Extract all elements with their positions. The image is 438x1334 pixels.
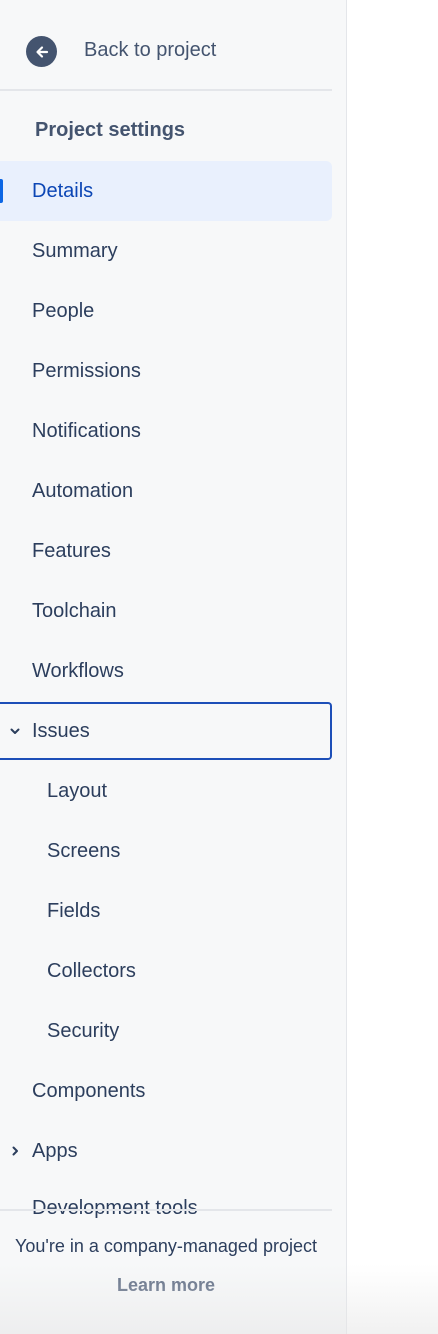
- nav-item-development-tools[interactable]: Development tools: [0, 1181, 332, 1221]
- arrow-left-icon: [26, 36, 57, 67]
- settings-nav: Details Summary People Permissions Notif…: [0, 161, 332, 1221]
- nav-item-components[interactable]: Components: [0, 1061, 332, 1121]
- nav-item-label: Fields: [47, 899, 101, 922]
- nav-item-label: Toolchain: [32, 599, 117, 622]
- nav-item-summary[interactable]: Summary: [0, 221, 332, 281]
- back-to-project-label: Back to project: [84, 39, 217, 61]
- nav-item-issues[interactable]: Issues: [0, 702, 332, 760]
- divider: [0, 1209, 332, 1211]
- nav-item-label: Issues: [32, 719, 90, 742]
- nav-item-people[interactable]: People: [0, 281, 332, 341]
- nav-item-label: Apps: [32, 1139, 78, 1162]
- nav-item-fields[interactable]: Fields: [0, 881, 332, 941]
- project-settings-sidebar: Back to project Project settings Details…: [0, 0, 347, 1334]
- nav-item-collectors[interactable]: Collectors: [0, 941, 332, 1001]
- chevron-right-icon: [8, 1144, 22, 1158]
- chevron-down-icon: [8, 724, 22, 738]
- nav-item-label: Details: [32, 179, 94, 202]
- nav-item-label: Security: [47, 1019, 120, 1042]
- nav-item-permissions[interactable]: Permissions: [0, 341, 332, 401]
- nav-item-layout[interactable]: Layout: [0, 761, 332, 821]
- nav-item-label: Automation: [32, 479, 134, 502]
- nav-item-workflows[interactable]: Workflows: [0, 641, 332, 701]
- nav-item-label: Summary: [32, 239, 118, 262]
- nav-item-notifications[interactable]: Notifications: [0, 401, 332, 461]
- section-title: Project settings: [35, 119, 186, 141]
- main-content: [347, 0, 438, 1334]
- nav-item-features[interactable]: Features: [0, 521, 332, 581]
- back-to-project-button[interactable]: Back to project: [0, 22, 332, 80]
- nav-item-apps[interactable]: Apps: [0, 1121, 332, 1181]
- divider: [0, 89, 332, 91]
- nav-item-label: Screens: [47, 839, 121, 862]
- nav-item-label: People: [32, 299, 95, 322]
- learn-more-link[interactable]: Learn more: [0, 1275, 332, 1296]
- nav-item-label: Layout: [47, 779, 108, 802]
- project-type-notice: You're in a company-managed project: [15, 1236, 317, 1256]
- nav-item-label: Features: [32, 539, 111, 562]
- nav-item-label: Workflows: [32, 659, 124, 682]
- nav-item-screens[interactable]: Screens: [0, 821, 332, 881]
- nav-item-security[interactable]: Security: [0, 1001, 332, 1061]
- nav-item-details[interactable]: Details: [0, 161, 332, 221]
- nav-item-automation[interactable]: Automation: [0, 461, 332, 521]
- nav-item-label: Permissions: [32, 359, 141, 382]
- nav-item-label: Notifications: [32, 419, 141, 442]
- nav-item-label: Collectors: [47, 959, 136, 982]
- nav-item-label: Components: [32, 1079, 146, 1102]
- nav-item-toolchain[interactable]: Toolchain: [0, 581, 332, 641]
